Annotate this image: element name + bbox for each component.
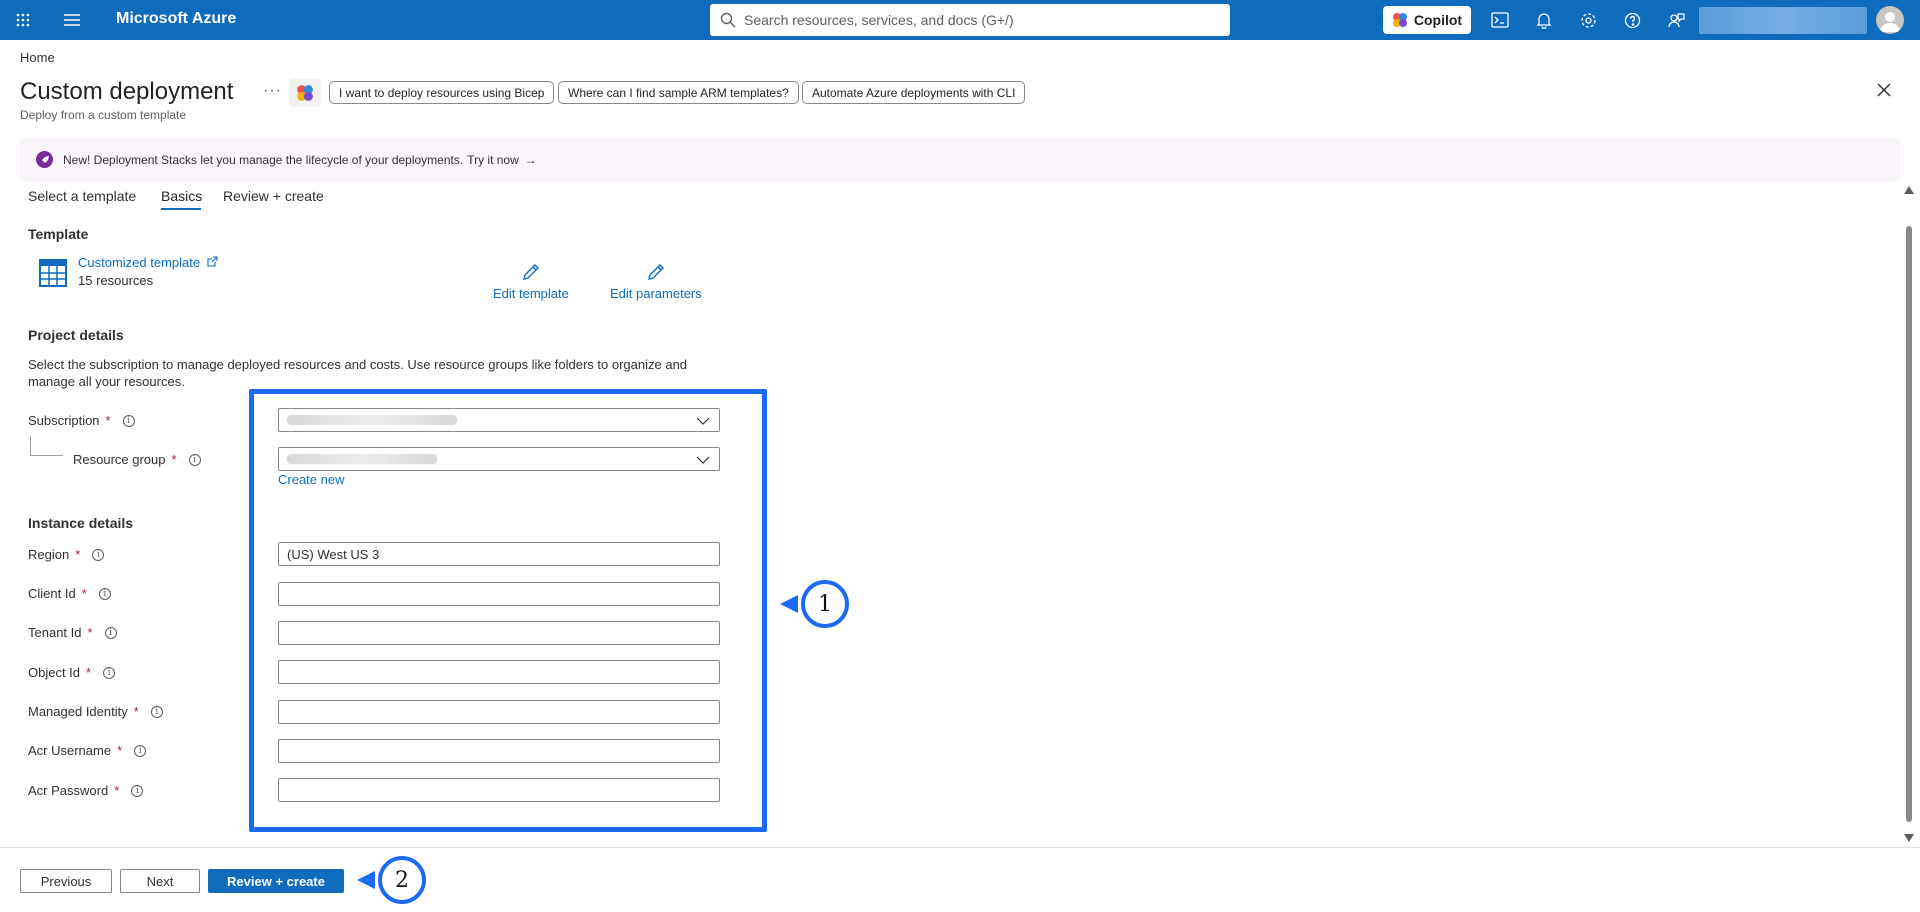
callout-1: 1 xyxy=(801,580,849,628)
info-icon[interactable]: i xyxy=(188,453,201,466)
callout-1-pointer xyxy=(780,595,798,613)
template-heading: Template xyxy=(28,226,89,242)
tree-connector xyxy=(30,436,63,456)
info-icon[interactable]: i xyxy=(134,744,147,757)
suggestion-chip-arm-templates[interactable]: Where can I find sample ARM templates? xyxy=(558,81,799,104)
global-search[interactable] xyxy=(710,4,1230,36)
next-button[interactable]: Next xyxy=(120,869,200,893)
pencil-icon xyxy=(522,264,539,280)
hamburger-menu-icon[interactable] xyxy=(60,8,84,32)
info-icon[interactable]: i xyxy=(122,414,135,427)
info-icon[interactable]: i xyxy=(103,666,116,679)
callout-2-pointer xyxy=(357,871,375,889)
template-grid-icon xyxy=(39,259,67,287)
scroll-down-arrow-icon[interactable] xyxy=(1904,834,1914,842)
close-icon[interactable] xyxy=(1874,80,1894,100)
copilot-icon xyxy=(297,85,313,101)
copilot-button[interactable]: Copilot xyxy=(1383,6,1471,34)
pencil-icon xyxy=(647,264,664,280)
resource-group-label: Resource group * i xyxy=(73,452,201,467)
instance-details-heading: Instance details xyxy=(28,515,134,531)
page-subtitle: Deploy from a custom template xyxy=(20,108,187,122)
feedback-icon[interactable] xyxy=(1664,8,1688,32)
info-icon[interactable]: i xyxy=(150,705,163,718)
project-details-heading: Project details xyxy=(28,327,124,343)
settings-gear-icon[interactable] xyxy=(1576,8,1600,32)
scroll-up-arrow-icon[interactable] xyxy=(1904,186,1914,194)
tab-review-create[interactable]: Review + create xyxy=(223,188,324,212)
edit-parameters-label: Edit parameters xyxy=(610,286,702,301)
user-avatar[interactable] xyxy=(1876,6,1904,34)
search-icon xyxy=(720,12,736,28)
info-icon[interactable]: i xyxy=(92,548,105,561)
object-id-label: Object Id * i xyxy=(28,665,116,680)
copilot-icon xyxy=(1392,13,1407,27)
customized-template-link[interactable]: Customized template xyxy=(78,255,218,270)
edit-template-label: Edit template xyxy=(493,286,569,301)
acr-username-label: Acr Username * i xyxy=(28,743,147,758)
vertical-scrollbar[interactable] xyxy=(1904,186,1914,842)
more-options-button[interactable]: ··· xyxy=(263,82,282,100)
info-icon[interactable]: i xyxy=(131,784,144,797)
info-icon[interactable]: i xyxy=(98,587,111,600)
callout-2: 2 xyxy=(378,856,426,904)
copilot-prompt-button[interactable] xyxy=(289,79,321,107)
account-info[interactable] xyxy=(1699,7,1867,34)
banner-text: New! Deployment Stacks let you manage th… xyxy=(63,152,464,167)
app-launcher-icon[interactable] xyxy=(11,8,35,32)
brand-title[interactable]: Microsoft Azure xyxy=(116,10,236,28)
edit-template-button[interactable]: Edit template xyxy=(493,262,569,301)
notifications-bell-icon[interactable] xyxy=(1532,8,1556,32)
deployment-stacks-banner: New! Deployment Stacks let you manage th… xyxy=(20,138,1900,181)
region-label: Region * i xyxy=(28,547,105,562)
copilot-label: Copilot xyxy=(1413,12,1463,28)
tab-select-template[interactable]: Select a template xyxy=(28,188,136,212)
suggestion-chip-bicep[interactable]: I want to deploy resources using Bicep xyxy=(329,81,555,104)
edit-parameters-button[interactable]: Edit parameters xyxy=(610,262,702,301)
arrow-right-icon[interactable]: → xyxy=(525,153,537,167)
template-resource-count: 15 resources xyxy=(78,273,154,288)
rocket-icon xyxy=(36,151,53,168)
external-link-icon xyxy=(207,256,218,267)
page-title: Custom deployment xyxy=(20,78,234,105)
active-tab-indicator xyxy=(161,208,201,210)
tenant-id-label: Tenant Id * i xyxy=(28,625,117,640)
client-id-label: Client Id * i xyxy=(28,586,111,601)
top-bar: Microsoft Azure Copilot xyxy=(0,0,1920,40)
cloud-shell-icon[interactable] xyxy=(1488,8,1512,32)
help-question-icon[interactable] xyxy=(1620,8,1644,32)
subscription-label: Subscription * i xyxy=(28,413,135,428)
breadcrumb-home[interactable]: Home xyxy=(20,50,55,65)
managed-identity-label: Managed Identity * i xyxy=(28,704,163,719)
acr-password-label: Acr Password * i xyxy=(28,783,144,798)
previous-button[interactable]: Previous xyxy=(20,869,112,893)
search-input[interactable] xyxy=(744,12,1224,28)
customized-template-label: Customized template xyxy=(78,255,201,270)
info-icon[interactable]: i xyxy=(104,626,117,639)
banner-try-it-link[interactable]: Try it now xyxy=(467,153,519,167)
project-details-description: Select the subscription to manage deploy… xyxy=(28,357,688,389)
suggestion-chip-cli[interactable]: Automate Azure deployments with CLI xyxy=(802,81,1026,104)
scrollbar-thumb[interactable] xyxy=(1906,226,1912,822)
review-create-button[interactable]: Review + create xyxy=(208,869,344,893)
footer-divider xyxy=(0,847,1920,848)
annotation-highlight-box xyxy=(249,389,767,832)
